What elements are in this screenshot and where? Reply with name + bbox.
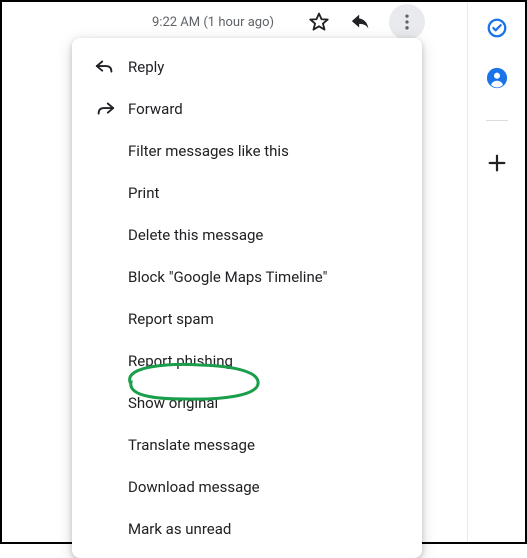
menu-label: Forward xyxy=(122,100,183,118)
menu-label: Mark as unread xyxy=(94,520,231,538)
menu-label: Translate message xyxy=(94,436,255,454)
side-panel xyxy=(467,2,525,542)
menu-item-print[interactable]: Print xyxy=(72,172,422,214)
panel-divider xyxy=(486,120,508,121)
menu-label: Delete this message xyxy=(94,226,263,244)
menu-label: Show original xyxy=(94,394,218,412)
menu-item-reply[interactable]: Reply xyxy=(72,46,422,88)
menu-item-forward[interactable]: Forward xyxy=(72,88,422,130)
message-header: 9:22 AM (1 hour ago) xyxy=(2,6,525,38)
menu-label: Download message xyxy=(94,478,260,496)
timestamp: 9:22 AM (1 hour ago) xyxy=(152,15,274,30)
menu-item-delete[interactable]: Delete this message xyxy=(72,214,422,256)
menu-item-filter[interactable]: Filter messages like this xyxy=(72,130,422,172)
star-icon[interactable] xyxy=(305,8,333,36)
contacts-icon[interactable] xyxy=(485,66,509,90)
more-options-button[interactable] xyxy=(389,4,425,40)
menu-label: Report spam xyxy=(94,310,214,328)
menu-label: Print xyxy=(94,184,159,202)
reply-icon xyxy=(94,56,122,78)
menu-label: Reply xyxy=(122,58,164,76)
add-icon[interactable] xyxy=(485,151,509,175)
tasks-icon[interactable] xyxy=(485,16,509,40)
menu-item-block[interactable]: Block "Google Maps Timeline" xyxy=(72,256,422,298)
menu-item-download[interactable]: Download message xyxy=(72,466,422,508)
reply-icon[interactable] xyxy=(347,8,375,36)
menu-label: Block "Google Maps Timeline" xyxy=(94,268,327,286)
menu-item-report-spam[interactable]: Report spam xyxy=(72,298,422,340)
menu-item-show-original[interactable]: Show original xyxy=(72,382,422,424)
menu-item-report-phishing[interactable]: Report phishing xyxy=(72,340,422,382)
forward-icon xyxy=(94,98,122,120)
message-overflow-menu: Reply Forward Filter messages like this … xyxy=(72,38,422,558)
menu-label: Report phishing xyxy=(94,352,233,370)
menu-item-translate[interactable]: Translate message xyxy=(72,424,422,466)
menu-label: Filter messages like this xyxy=(94,142,289,160)
